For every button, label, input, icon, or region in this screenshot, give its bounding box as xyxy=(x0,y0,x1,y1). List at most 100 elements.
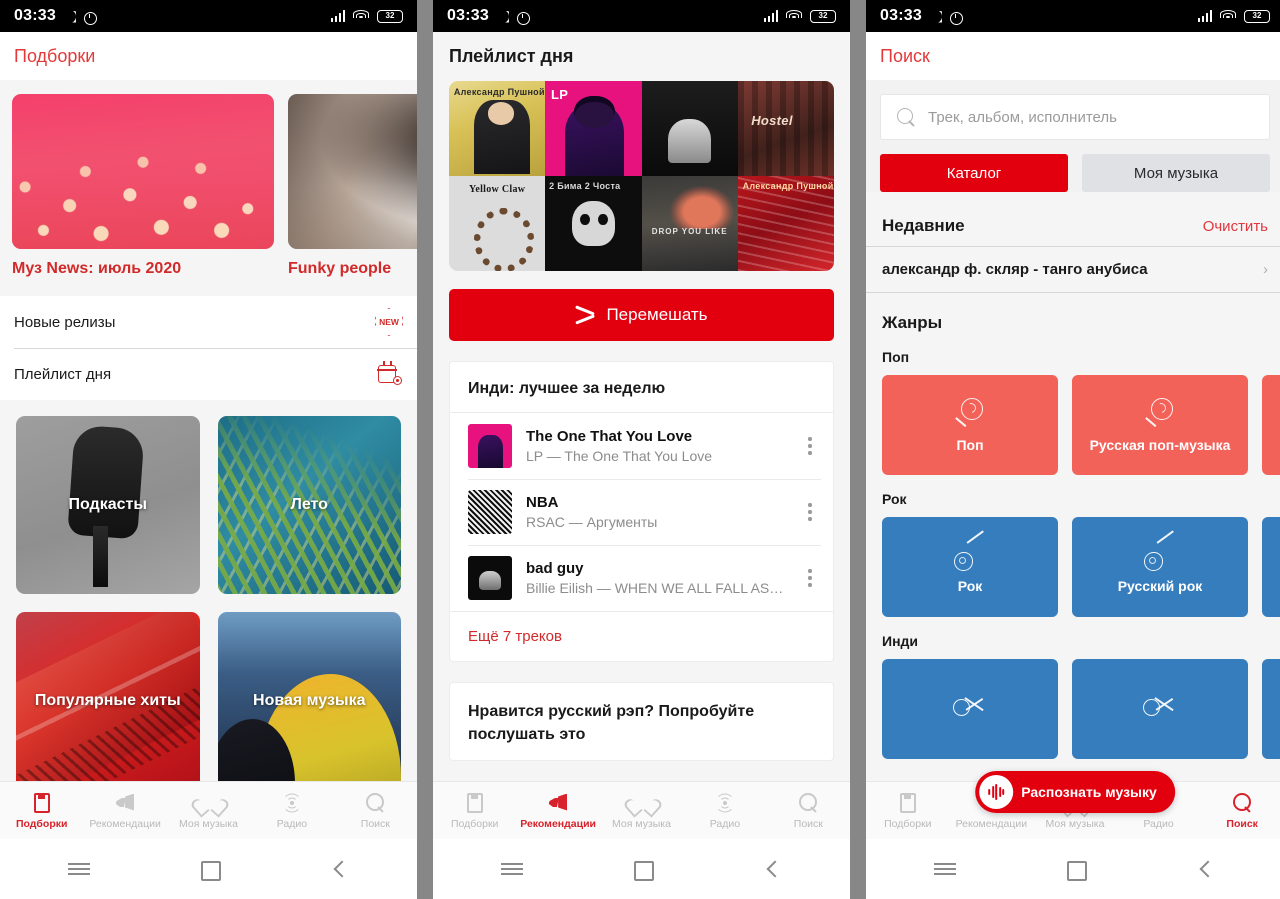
menu-icon[interactable] xyxy=(500,858,523,880)
nav-label: Подборки xyxy=(15,817,68,830)
track-row[interactable]: bad guy Billie Eilish — WHEN WE ALL FALL… xyxy=(450,545,833,611)
genre-card[interactable] xyxy=(882,659,1058,759)
hero-card[interactable]: Funky people xyxy=(288,94,417,278)
hero-carousel[interactable]: Муз News: июль 2020 Funky people xyxy=(0,80,417,278)
search-scope-tabs: Каталог Моя музыка xyxy=(880,154,1270,192)
genre-card-row[interactable]: Рок Русский рок xyxy=(882,517,1280,617)
track-row[interactable]: NBA RSAC — Аргументы xyxy=(450,479,833,545)
genre-card[interactable] xyxy=(1262,517,1280,617)
heart-icon xyxy=(198,792,220,814)
track-meta: The One That You Love LP — The One That … xyxy=(526,428,785,464)
phone-screen-recommendations: 03:33 32 Плейлист дня Александр Пушной L… xyxy=(433,0,850,899)
more-options-icon[interactable] xyxy=(799,433,821,458)
playlist-cover-collage[interactable]: Александр Пушной LP Hostel Yellow Claw 2… xyxy=(449,81,834,271)
alarm-icon xyxy=(516,10,530,25)
clear-recent-button[interactable]: Очистить xyxy=(1203,218,1268,235)
recognize-music-button[interactable]: Распознать музыку xyxy=(975,771,1175,813)
track-subtitle: RSAC — Аргументы xyxy=(526,514,658,530)
genre-group-label: Поп xyxy=(882,349,910,365)
home-square-icon[interactable] xyxy=(198,858,221,881)
recommendations-scroll-area[interactable]: Плейлист дня Александр Пушной LP Hostel … xyxy=(433,32,850,781)
nav-item-radio[interactable]: Радио xyxy=(683,792,766,830)
genre-card[interactable] xyxy=(1262,375,1280,475)
genre-card[interactable]: Поп xyxy=(882,375,1058,475)
three-phone-screenshots: 03:33 32 Подборки Муз News: июль 2020 Fu… xyxy=(0,0,1280,899)
tile-new-music[interactable]: Новая музыка xyxy=(217,612,401,781)
recent-section-header: Недавние Очистить xyxy=(866,192,1280,246)
tile-podcasts[interactable]: Подкасты xyxy=(16,416,200,594)
more-tracks-link[interactable]: Ещё 7 треков xyxy=(450,611,833,661)
tab-my-music[interactable]: Моя музыка xyxy=(1082,154,1270,192)
battery-level: 32 xyxy=(385,11,395,20)
list-item-playlist-of-the-day[interactable]: Плейлист дня xyxy=(0,348,417,400)
home-square-icon[interactable] xyxy=(1064,858,1087,881)
megaphone-icon xyxy=(547,792,569,814)
genre-card-label: Русская поп-музыка xyxy=(1089,437,1231,453)
recent-search-text: александр ф. скляр - танго анубиса xyxy=(882,261,1148,278)
status-bar-right: 32 xyxy=(330,9,403,23)
genre-card[interactable]: Рок xyxy=(882,517,1058,617)
recent-search-item[interactable]: александр ф. скляр - танго анубиса › xyxy=(866,246,1280,293)
app-header: Поиск xyxy=(866,32,1280,80)
search-input[interactable]: Трек, альбом, исполнитель xyxy=(880,94,1270,140)
genre-group-indie: Инди xyxy=(866,617,1280,759)
genre-card[interactable]: Русская поп-музыка xyxy=(1072,375,1248,475)
home-square-icon[interactable] xyxy=(631,858,654,881)
more-options-icon[interactable] xyxy=(799,499,821,524)
nav-item-collections[interactable]: Подборки xyxy=(866,792,950,830)
moon-icon xyxy=(63,10,76,23)
nav-item-recommendations[interactable]: Рекомендации xyxy=(516,792,599,830)
genre-group-label: Рок xyxy=(882,491,907,507)
signal-icon xyxy=(1197,10,1212,22)
track-row[interactable]: The One That You Love LP — The One That … xyxy=(450,413,833,479)
back-chevron-icon[interactable] xyxy=(328,858,350,880)
back-chevron-icon[interactable] xyxy=(761,858,783,880)
shuffle-button[interactable]: Перемешать xyxy=(449,289,834,341)
nav-label: Поиск xyxy=(1226,817,1258,830)
book-icon xyxy=(31,792,53,814)
menu-icon[interactable] xyxy=(934,858,956,880)
calendar-music-icon xyxy=(377,361,403,387)
genre-card-row[interactable] xyxy=(882,659,1280,759)
genre-card-row[interactable]: Поп Русская поп-музыка xyxy=(882,375,1280,475)
app-header: Подборки xyxy=(0,32,417,80)
search-placeholder: Трек, альбом, исполнитель xyxy=(928,108,1117,126)
album-cover xyxy=(468,424,512,468)
category-tiles-grid: Подкасты Лето Популярные хиты Новая музы… xyxy=(0,400,417,781)
more-options-icon[interactable] xyxy=(799,565,821,590)
list-item-new-releases[interactable]: Новые релизы NEW xyxy=(0,296,417,348)
back-chevron-icon[interactable] xyxy=(1194,858,1216,880)
album-cover: Александр Пушной xyxy=(449,81,546,176)
wifi-icon xyxy=(1220,10,1236,22)
nav-item-collections[interactable]: Подборки xyxy=(0,792,83,830)
search-icon xyxy=(1231,792,1253,814)
album-cover-caption: 2 Бима 2 Чоста xyxy=(549,180,621,191)
nav-item-my-music[interactable]: Моя музыка xyxy=(600,792,683,830)
album-cover: 2 Бима 2 Чоста xyxy=(545,176,642,271)
nav-item-collections[interactable]: Подборки xyxy=(433,792,516,830)
hero-title: Funky people xyxy=(288,260,392,277)
book-icon xyxy=(464,792,486,814)
nav-item-search[interactable]: Поиск xyxy=(767,792,850,830)
genre-card[interactable] xyxy=(1072,659,1248,759)
nav-item-recommendations[interactable]: Рекомендации xyxy=(83,792,166,830)
search-scroll-area[interactable]: Трек, альбом, исполнитель Каталог Моя му… xyxy=(866,80,1280,781)
russian-rap-card[interactable]: Нравится русский рэп? Попробуйте послуша… xyxy=(449,682,834,762)
album-cover-caption: LP xyxy=(551,86,569,102)
nav-item-search[interactable]: Поиск xyxy=(1200,792,1280,830)
tile-popular-hits[interactable]: Популярные хиты xyxy=(16,612,200,781)
nav-item-search[interactable]: Поиск xyxy=(334,792,417,830)
genre-card[interactable] xyxy=(1262,659,1280,759)
nav-item-radio[interactable]: Радио xyxy=(250,792,333,830)
nav-item-my-music[interactable]: Моя музыка xyxy=(167,792,250,830)
megaphone-icon xyxy=(114,792,136,814)
collections-scroll-area[interactable]: Муз News: июль 2020 Funky people Новые р… xyxy=(0,80,417,781)
track-subtitle: LP — The One That You Love xyxy=(526,448,713,464)
genre-card[interactable]: Русский рок xyxy=(1072,517,1248,617)
heart-icon xyxy=(631,792,653,814)
hero-card[interactable]: Муз News: июль 2020 xyxy=(12,94,274,278)
list-item-label: Новые релизы xyxy=(14,313,116,331)
tab-catalog[interactable]: Каталог xyxy=(880,154,1068,192)
menu-icon[interactable] xyxy=(67,858,90,880)
tile-summer[interactable]: Лето xyxy=(217,416,401,594)
